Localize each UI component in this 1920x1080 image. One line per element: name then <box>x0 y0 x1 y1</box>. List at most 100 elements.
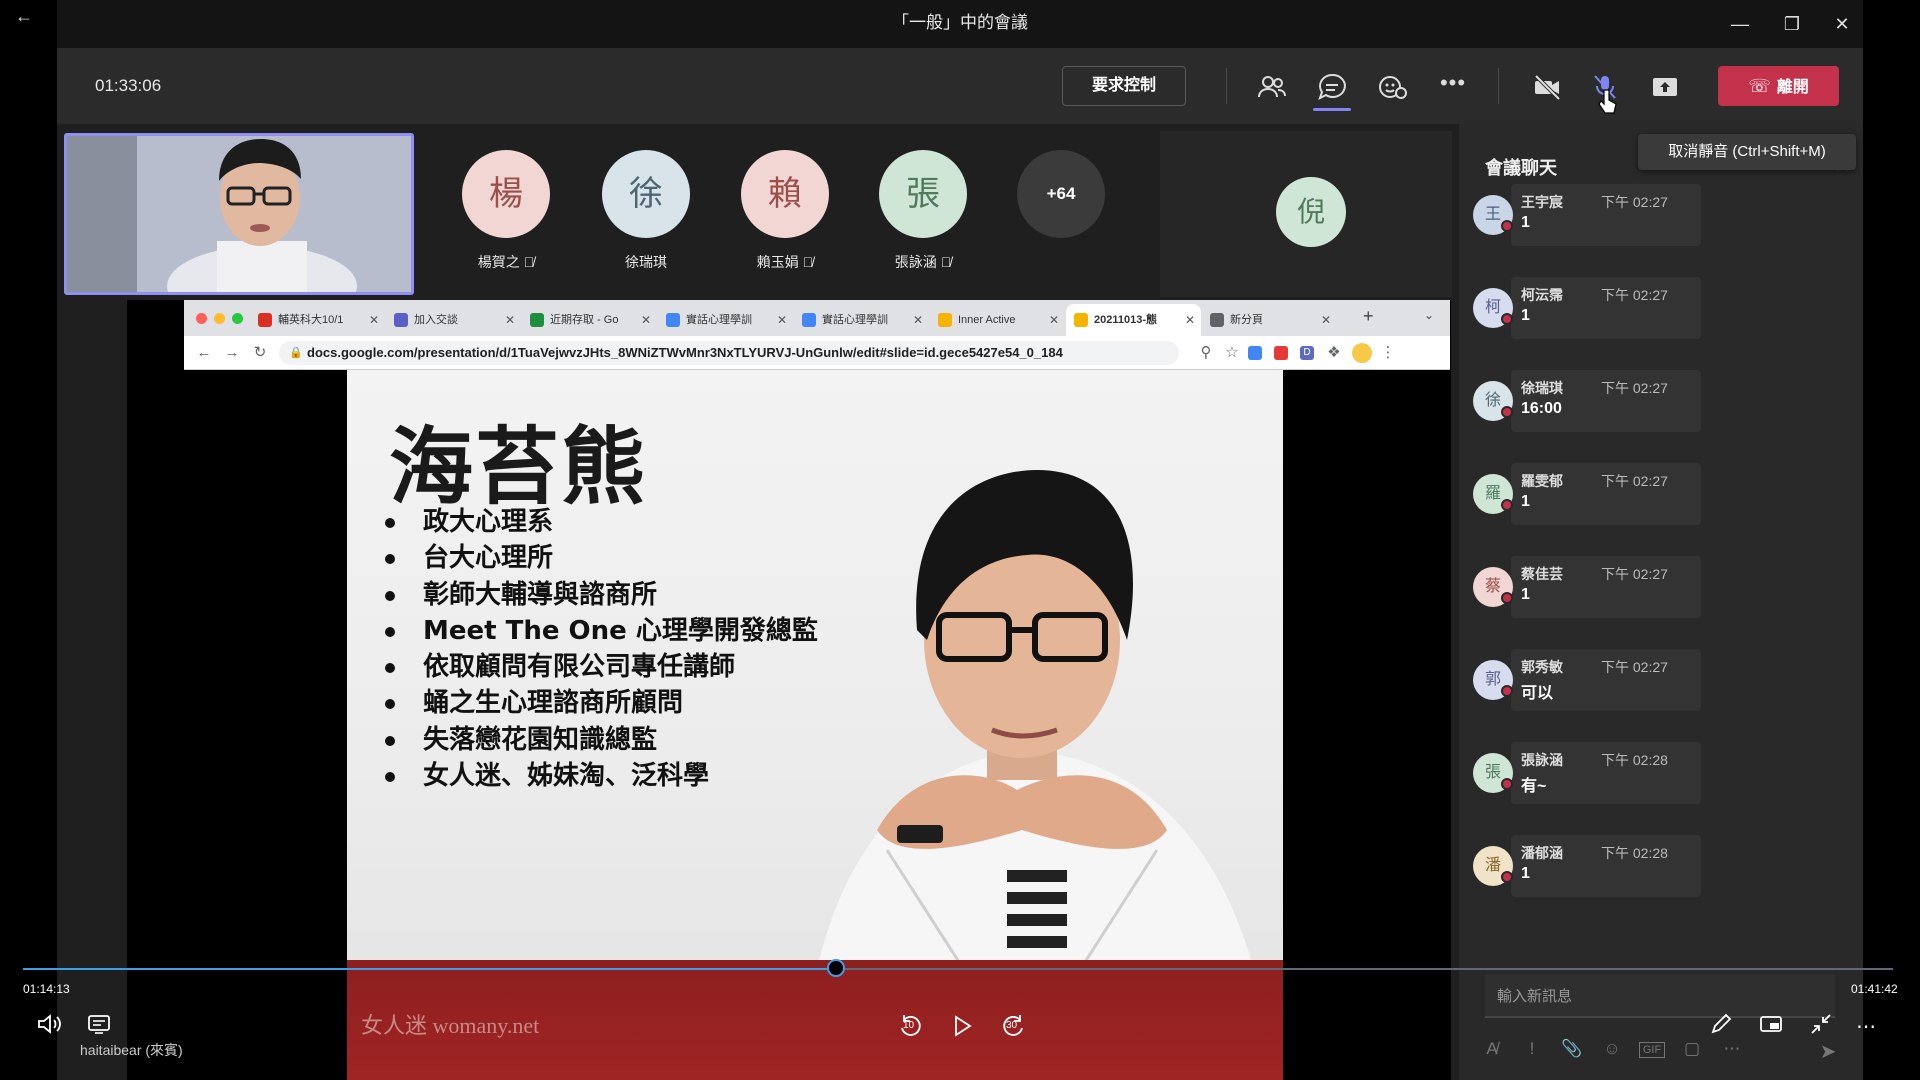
participant-tile[interactable]: 楊 <box>462 150 550 238</box>
close-tab-icon[interactable]: ✕ <box>641 304 651 336</box>
video-progress-bar[interactable] <box>23 959 1893 977</box>
gif-icon[interactable]: GIF <box>1639 1042 1665 1058</box>
tab-list-icon[interactable]: ⌄ <box>1424 308 1434 322</box>
slide-bullet: 蛹之生心理諮商所顧問 <box>385 685 845 721</box>
tab-favicon-icon <box>938 313 952 327</box>
share-screen-icon[interactable] <box>1650 72 1680 102</box>
chat-timestamp: 下午 02:27 <box>1601 194 1668 210</box>
participant-tile[interactable]: 張 <box>879 150 967 238</box>
attach-icon[interactable]: 📎 <box>1559 1039 1585 1059</box>
browser-tab[interactable]: 新分頁 ✕ <box>1202 304 1337 336</box>
reload-icon[interactable]: ↻ <box>250 343 270 363</box>
extension-icon[interactable] <box>1274 346 1288 360</box>
chat-sender-name: 羅雯郁 <box>1521 473 1563 489</box>
presenter-video[interactable] <box>64 133 414 295</box>
chat-message[interactable]: 徐瑞琪 下午 02:27 16:00 <box>1511 370 1701 432</box>
close-tab-icon[interactable]: ✕ <box>369 304 379 336</box>
more-options-icon[interactable]: ••• <box>1438 70 1468 100</box>
extensions-puzzle-icon[interactable]: ❖ <box>1324 343 1344 363</box>
volume-icon[interactable] <box>36 1012 62 1036</box>
more-participants-button[interactable]: +64 <box>1017 150 1105 238</box>
chat-icon[interactable] <box>1317 72 1347 102</box>
chat-message[interactable]: 張詠涵 下午 02:28 有~ <box>1511 742 1701 804</box>
camera-off-icon[interactable] <box>1532 72 1562 102</box>
reactions-icon[interactable] <box>1377 72 1407 102</box>
player-more-icon[interactable]: ⋯ <box>1856 1014 1877 1039</box>
meeting-stage: 楊 楊賀之 🎙̸ 徐 徐瑞琪 賴 賴玉娟 🎙̸ 張 張詠涵 🎙̸ +64 倪 輔… <box>57 124 1457 1080</box>
extension-icon[interactable] <box>1248 346 1262 360</box>
browser-tab[interactable]: 加入交談 ✕ <box>386 304 521 336</box>
chat-message-text: 1 <box>1521 214 1530 231</box>
video-progress-fill <box>23 968 836 970</box>
browser-address-bar: ← → ↻ 🔒 docs.google.com/presentation/d/1… <box>184 336 1450 370</box>
priority-icon[interactable]: ! <box>1519 1039 1545 1059</box>
play-icon[interactable] <box>950 1014 974 1038</box>
presenter-video-image <box>67 136 411 292</box>
extension-icon[interactable]: D <box>1300 346 1314 360</box>
skip-forward-button[interactable]: 30 <box>1000 1012 1028 1040</box>
back-arrow-icon[interactable]: ← <box>194 343 214 363</box>
zoom-search-icon[interactable]: ⚲ <box>1196 343 1216 363</box>
bookmark-star-icon[interactable]: ☆ <box>1222 343 1242 363</box>
captions-icon[interactable] <box>86 1012 112 1036</box>
back-arrow-icon[interactable]: ← <box>12 4 36 28</box>
tab-favicon-icon <box>802 313 816 327</box>
browser-menu-icon[interactable]: ⋮ <box>1378 343 1398 363</box>
close-tab-icon[interactable]: ✕ <box>1049 304 1059 336</box>
close-tab-icon[interactable]: ✕ <box>1321 304 1331 336</box>
picture-in-picture-icon[interactable] <box>1759 1012 1783 1036</box>
chat-message-text: 有~ <box>1521 778 1547 795</box>
video-progress-handle[interactable] <box>827 959 845 977</box>
send-icon[interactable]: ➤ <box>1815 1039 1841 1064</box>
browser-tab[interactable]: Inner Active ✕ <box>930 304 1065 336</box>
skip-back-button[interactable]: 10 <box>896 1012 924 1040</box>
browser-tab[interactable]: 輔英科大10/1 ✕ <box>250 304 385 336</box>
profile-avatar[interactable] <box>1352 343 1372 363</box>
sticker-icon[interactable]: ▢ <box>1679 1039 1705 1059</box>
browser-tab[interactable]: 實話心理學訓 ✕ <box>794 304 929 336</box>
chat-timestamp: 下午 02:27 <box>1601 287 1668 303</box>
participant-tile[interactable]: 徐 <box>602 150 690 238</box>
chat-message-text: 1 <box>1521 493 1530 510</box>
participant-name: 張詠涵 🎙̸ <box>894 254 952 270</box>
exit-fullscreen-icon[interactable] <box>1809 1012 1833 1036</box>
chat-message[interactable]: 潘郁涵 下午 02:28 1 <box>1511 835 1701 897</box>
participants-icon[interactable] <box>1257 72 1287 102</box>
restore-icon[interactable]: ❐ <box>1777 10 1807 38</box>
close-tab-icon[interactable]: ✕ <box>505 304 515 336</box>
video-current-time: 01:14:13 <box>23 982 70 996</box>
browser-tab[interactable]: 近期存取 - Go ✕ <box>522 304 657 336</box>
chat-message[interactable]: 郭秀敏 下午 02:27 可以 <box>1511 649 1701 711</box>
chat-message[interactable]: 柯沄霈 下午 02:27 1 <box>1511 277 1701 339</box>
close-window-icon[interactable]: ✕ <box>1827 10 1857 38</box>
chat-sender-name: 王宇宸 <box>1521 194 1563 210</box>
minimize-icon[interactable]: — <box>1725 10 1755 38</box>
url-field[interactable]: 🔒 docs.google.com/presentation/d/1TuaVej… <box>279 341 1179 365</box>
chat-timestamp: 下午 02:27 <box>1601 473 1668 489</box>
leave-button[interactable]: ☏ 離開 <box>1718 66 1839 106</box>
pen-icon[interactable] <box>1709 1012 1733 1036</box>
chat-message[interactable]: 羅雯郁 下午 02:27 1 <box>1511 463 1701 525</box>
more-compose-options-icon[interactable]: ⋯ <box>1719 1039 1745 1059</box>
spotlight-participant-tile[interactable]: 倪 <box>1160 131 1452 297</box>
browser-tab[interactable]: 20211013-態 ✕ <box>1066 304 1201 336</box>
browser-tab[interactable]: 實話心理學訓 ✕ <box>658 304 793 336</box>
chat-message[interactable]: 王宇宸 下午 02:27 1 <box>1511 184 1701 246</box>
url-text: docs.google.com/presentation/d/1TuaVejwv… <box>307 345 1063 360</box>
request-control-button[interactable]: 要求控制 <box>1062 66 1186 106</box>
slide-footer-band: 女人迷 womany.net <box>347 960 1283 1080</box>
new-tab-icon[interactable]: + <box>1363 306 1374 327</box>
skip-forward-seconds: 30 <box>1006 1020 1018 1031</box>
format-icon[interactable]: A̸ <box>1479 1039 1505 1059</box>
close-tab-icon[interactable]: ✕ <box>777 304 787 336</box>
forward-arrow-icon[interactable]: → <box>222 343 242 363</box>
tab-label: 加入交談 <box>414 314 458 326</box>
close-tab-icon[interactable]: ✕ <box>1185 304 1195 336</box>
message-input[interactable] <box>1497 984 1817 1008</box>
participant-tile[interactable]: 賴 <box>741 150 829 238</box>
emoji-icon[interactable]: ☺ <box>1599 1039 1625 1059</box>
participant-name: 賴玉娟 🎙̸ <box>756 254 814 270</box>
chat-message[interactable]: 蔡佳芸 下午 02:27 1 <box>1511 556 1701 618</box>
slide-bullet: 依取顧問有限公司專任講師 <box>385 649 845 685</box>
close-tab-icon[interactable]: ✕ <box>913 304 923 336</box>
